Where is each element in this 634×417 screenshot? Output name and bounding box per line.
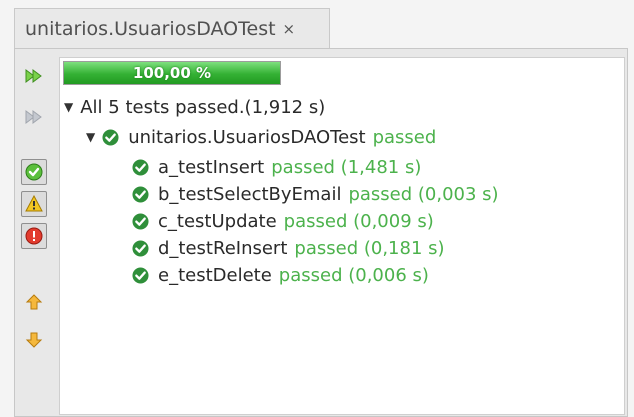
- previous-failure-icon: [25, 294, 43, 310]
- test-row[interactable]: a_testInsert passed (1,481 s): [132, 154, 421, 180]
- suite-name: unitarios.UsuariosDAOTest: [128, 126, 366, 148]
- show-errors-button[interactable]: [21, 223, 47, 249]
- test-name: b_testSelectByEmail: [158, 183, 342, 205]
- test-name: d_testReInsert: [158, 237, 288, 259]
- next-failure-icon: [25, 332, 43, 348]
- check-circle-icon: [132, 212, 149, 230]
- show-errors-icon: [25, 227, 43, 245]
- previous-failure-button[interactable]: [21, 289, 47, 315]
- rerun-icon: [25, 69, 42, 83]
- test-row[interactable]: d_testReInsert passed (0,181 s): [132, 235, 445, 261]
- summary-row[interactable]: ▼ All 5 tests passed.(1,912 s): [64, 94, 325, 120]
- test-result: passed (1,481 s): [271, 156, 422, 178]
- progress-bar: 100,00 %: [63, 61, 281, 85]
- rerun-failed-icon: [25, 110, 42, 124]
- show-passed-icon: [25, 163, 43, 181]
- tab-title: unitarios.UsuariosDAOTest: [25, 17, 276, 40]
- test-result: passed (0,006 s): [278, 264, 429, 286]
- check-circle-icon: [132, 158, 149, 176]
- check-circle-icon: [132, 266, 149, 284]
- test-results-window: unitarios.UsuariosDAOTest × 100,00 % ▼ A…: [0, 0, 634, 417]
- test-toolbar: [15, 49, 57, 416]
- check-circle-icon: [132, 185, 149, 203]
- progress-label: 100,00 %: [132, 64, 212, 82]
- test-result: passed (0,181 s): [294, 237, 445, 259]
- close-tab-icon[interactable]: ×: [283, 20, 296, 38]
- expand-triangle-icon[interactable]: ▼: [86, 130, 95, 144]
- suite-status: passed: [372, 126, 437, 148]
- summary-text: All 5 tests passed.(1,912 s): [80, 96, 326, 118]
- check-circle-icon: [102, 128, 119, 146]
- test-row[interactable]: c_testUpdate passed (0,009 s): [132, 208, 434, 234]
- show-warnings-icon: [25, 195, 43, 212]
- test-name: c_testUpdate: [158, 210, 277, 232]
- show-warnings-button[interactable]: [21, 191, 47, 217]
- test-name: a_testInsert: [158, 156, 265, 178]
- next-failure-button[interactable]: [21, 327, 47, 353]
- test-name: e_testDelete: [158, 264, 272, 286]
- suite-row[interactable]: ▼ unitarios.UsuariosDAOTest passed: [86, 124, 436, 150]
- show-passed-button[interactable]: [21, 159, 47, 185]
- tab-test-results[interactable]: unitarios.UsuariosDAOTest ×: [14, 8, 330, 48]
- expand-triangle-icon[interactable]: ▼: [64, 100, 73, 114]
- check-circle-icon: [132, 239, 149, 257]
- test-row[interactable]: b_testSelectByEmail passed (0,003 s): [132, 181, 499, 207]
- rerun-failed-button[interactable]: [21, 104, 47, 130]
- test-row[interactable]: e_testDelete passed (0,006 s): [132, 262, 429, 288]
- test-result: passed (0,009 s): [283, 210, 434, 232]
- test-result: passed (0,003 s): [348, 183, 499, 205]
- rerun-button[interactable]: [21, 63, 47, 89]
